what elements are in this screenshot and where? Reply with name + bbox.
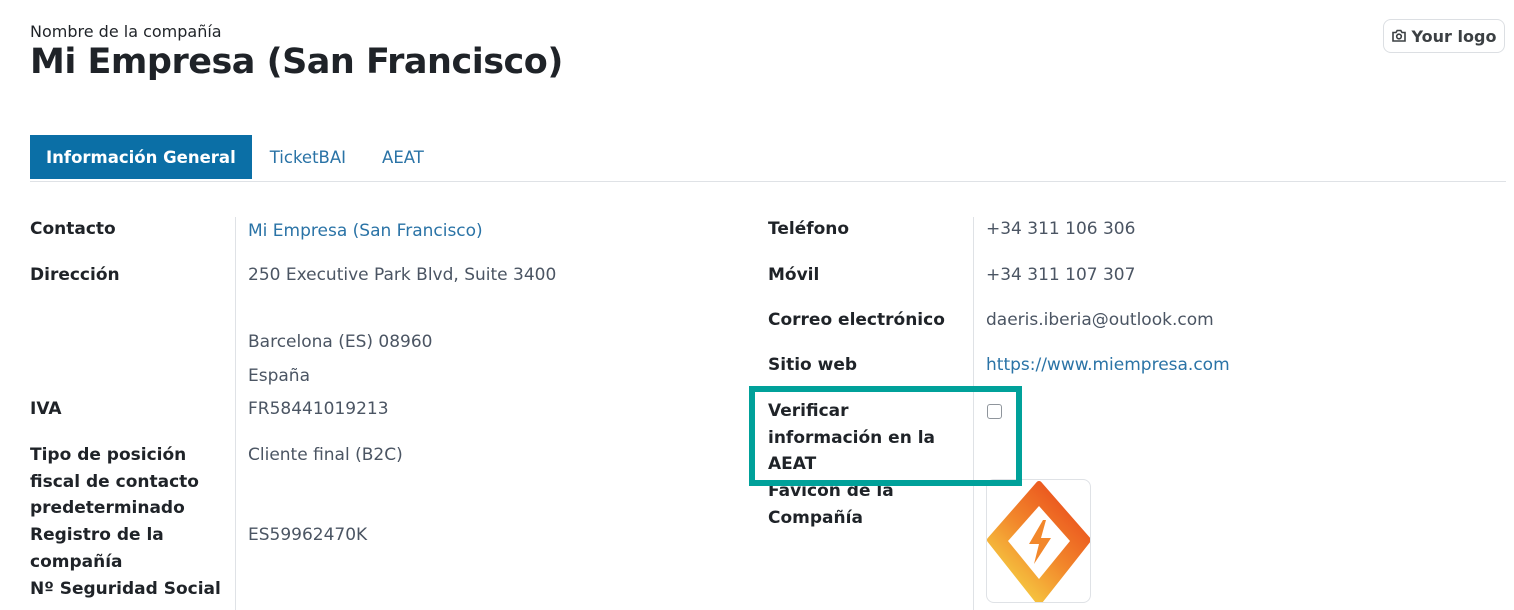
tipo-posicion-label-3: predeterminado: [30, 498, 185, 518]
telefono-value[interactable]: +34 311 106 306: [986, 216, 1135, 242]
correo-value[interactable]: daeris.iberia@outlook.com: [986, 307, 1214, 333]
your-logo-button[interactable]: Your logo: [1383, 19, 1505, 53]
favicon-image[interactable]: [986, 479, 1091, 603]
company-name-label: Nombre de la compañía: [30, 22, 222, 41]
iva-label: IVA: [30, 399, 62, 419]
direccion-street[interactable]: 250 Executive Park Blvd, Suite 3400: [248, 262, 556, 288]
registro-label-2: compañía: [30, 552, 123, 572]
tab-aeat[interactable]: AEAT: [364, 135, 442, 179]
telefono-label: Teléfono: [768, 219, 850, 239]
tab-informacion-general[interactable]: Información General: [30, 135, 252, 179]
registro-value[interactable]: ES59962470K: [248, 522, 367, 548]
tipo-posicion-label-1: Tipo de posición: [30, 445, 187, 465]
direccion-country[interactable]: España: [248, 363, 310, 389]
registro-label-1: Registro de la: [30, 525, 164, 545]
tipo-posicion-label-2: fiscal de contacto: [30, 472, 199, 492]
lightning-bolt-diamond-icon: [987, 481, 1090, 602]
contacto-link[interactable]: Mi Empresa (San Francisco): [248, 218, 483, 244]
direccion-label: Dirección: [30, 265, 120, 285]
direccion-city[interactable]: Barcelona (ES) 08960: [248, 329, 433, 355]
highlight-box: [749, 386, 1022, 486]
movil-value[interactable]: +34 311 107 307: [986, 262, 1135, 288]
left-column-divider: [235, 217, 236, 610]
iva-value[interactable]: FR58441019213: [248, 396, 389, 422]
tab-bar: Información General TicketBAI AEAT: [30, 135, 442, 179]
contacto-label: Contacto: [30, 219, 116, 239]
sitio-web-link[interactable]: https://www.miempresa.com: [986, 352, 1230, 378]
movil-label: Móvil: [768, 265, 820, 285]
camera-icon: [1391, 27, 1406, 46]
seguridad-social-label: Nº Seguridad Social: [30, 579, 221, 599]
tab-ticketbai[interactable]: TicketBAI: [252, 135, 364, 179]
company-name-field[interactable]: Mi Empresa (San Francisco): [30, 42, 563, 82]
correo-label: Correo electrónico: [768, 310, 945, 330]
your-logo-label: Your logo: [1411, 26, 1497, 46]
favicon-label-2: Compañía: [768, 508, 863, 528]
tipo-posicion-value[interactable]: Cliente final (B2C): [248, 442, 403, 468]
tab-divider: [30, 181, 1506, 182]
sitio-web-label: Sitio web: [768, 355, 858, 375]
